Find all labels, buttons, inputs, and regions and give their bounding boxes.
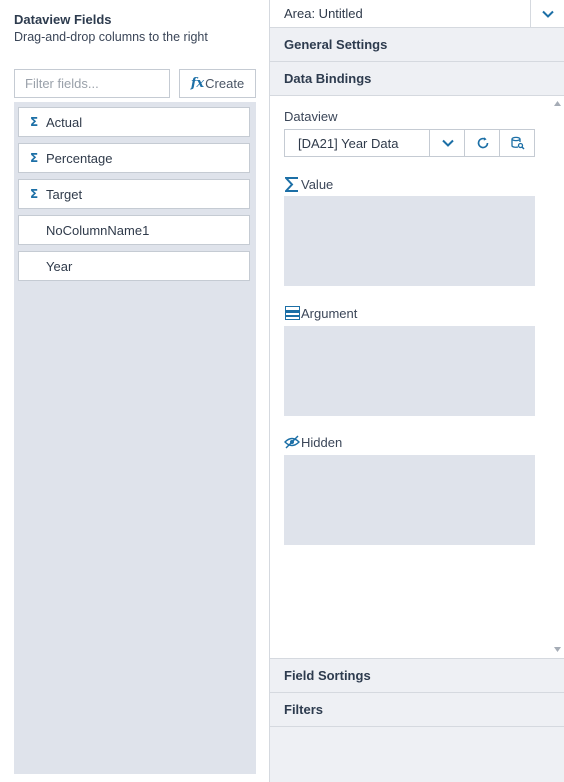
create-label: Create [205, 76, 245, 91]
fx-icon: fx [190, 76, 205, 91]
field-item-percentage[interactable]: Σ Percentage [18, 143, 250, 173]
create-field-button[interactable]: fx Create [179, 69, 256, 98]
database-search-icon[interactable] [499, 130, 535, 156]
hidden-binding-label: Hidden [284, 434, 342, 450]
value-binding-label: Value [284, 176, 333, 192]
scroll-up-icon[interactable] [550, 96, 564, 110]
argument-icon [284, 305, 300, 321]
filter-fields-input[interactable] [14, 69, 170, 98]
argument-drop-zone[interactable] [284, 326, 535, 416]
chevron-down-icon[interactable] [530, 0, 564, 27]
field-label: NoColumnName1 [46, 222, 150, 238]
refresh-icon[interactable] [464, 130, 500, 156]
field-item-target[interactable]: Σ Target [18, 179, 250, 209]
field-label: Percentage [46, 150, 113, 166]
fields-list: Σ Actual Σ Percentage Σ Target NoColumnN… [14, 102, 256, 774]
section-data-bindings[interactable]: Data Bindings [270, 62, 564, 96]
data-bindings-body: Dataview [DA21] Year Data Value Argument… [270, 96, 564, 659]
area-select[interactable]: Area: Untitled [270, 0, 564, 28]
chevron-down-icon[interactable] [429, 130, 465, 156]
section-filters[interactable]: Filters [270, 693, 564, 727]
sigma-icon: Σ [30, 115, 39, 129]
field-item-actual[interactable]: Σ Actual [18, 107, 250, 137]
hidden-drop-zone[interactable] [284, 455, 535, 545]
section-field-sortings[interactable]: Field Sortings [270, 659, 564, 693]
settings-panel: Area: Untitled General Settings Data Bin… [269, 0, 564, 782]
sigma-icon: Σ [30, 187, 39, 201]
dataview-selected: [DA21] Year Data [298, 136, 399, 151]
panel-title: Dataview Fields [14, 12, 112, 27]
argument-binding-label: Argument [284, 305, 357, 321]
scroll-down-icon[interactable] [550, 642, 564, 656]
field-label: Target [46, 186, 83, 202]
field-item-nocolumnname1[interactable]: NoColumnName1 [18, 215, 250, 245]
eye-slash-icon [284, 434, 300, 450]
dataview-label: Dataview [284, 109, 338, 124]
scrollbar[interactable] [550, 96, 564, 657]
area-select-label: Area: Untitled [284, 6, 363, 21]
field-label: Year [46, 258, 73, 274]
dataview-select[interactable]: [DA21] Year Data [284, 129, 535, 157]
value-drop-zone[interactable] [284, 196, 535, 286]
dataview-fields-panel: Dataview Fields Drag-and-drop columns to… [0, 0, 268, 782]
sigma-icon [284, 176, 300, 192]
field-item-year[interactable]: Year [18, 251, 250, 281]
section-general-settings[interactable]: General Settings [270, 28, 564, 62]
sigma-icon: Σ [30, 151, 39, 165]
panel-subtitle: Drag-and-drop columns to the right [14, 30, 208, 44]
field-label: Actual [46, 114, 83, 130]
scrollbar-track[interactable] [554, 112, 561, 642]
